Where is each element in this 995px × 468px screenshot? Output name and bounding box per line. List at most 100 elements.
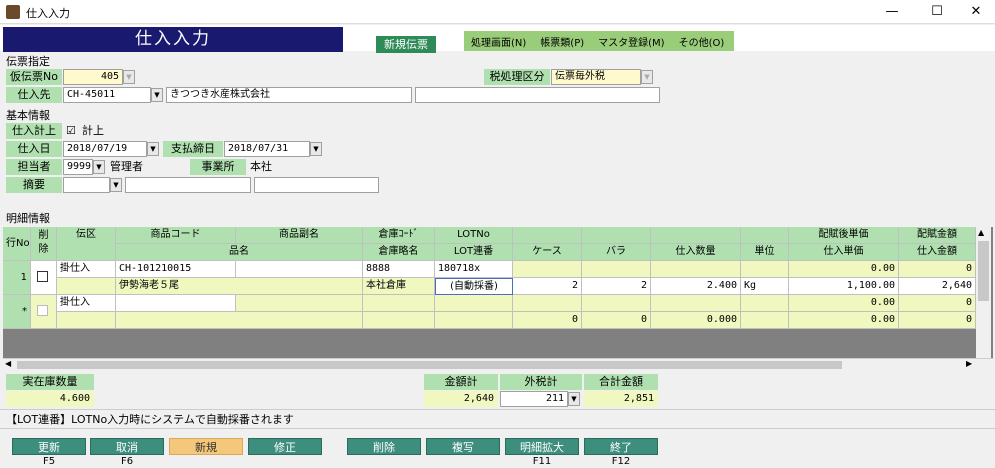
date-dropdown-icon[interactable]: ▼ — [147, 142, 159, 156]
row1-price[interactable]: 1,100.00 — [789, 278, 899, 295]
supplier-dropdown-icon[interactable]: ▼ — [151, 88, 163, 102]
vscroll-thumb[interactable] — [978, 241, 989, 301]
grand-total-value: 2,851 — [584, 391, 658, 407]
expand-detail-button[interactable]: 明細拡大 — [505, 438, 579, 455]
newrow-marker[interactable]: * — [3, 295, 31, 329]
row1-bara[interactable]: 2 — [582, 278, 651, 295]
staff-dropdown-icon[interactable]: ▼ — [93, 160, 105, 174]
newrow-item-code[interactable] — [116, 295, 236, 312]
staff-label: 担当者 — [6, 159, 62, 175]
grid-horizontal-scrollbar[interactable]: ◀ ▶ — [3, 358, 993, 371]
row1-delete-checkbox[interactable] — [37, 271, 48, 282]
supplier-code-field[interactable]: CH-45011 — [63, 87, 151, 103]
row1-unit[interactable]: Kg — [741, 278, 789, 295]
supplier-extra-field[interactable] — [415, 87, 660, 103]
temp-no-dropdown-icon[interactable]: ▼ — [123, 70, 135, 84]
newrow-qty[interactable]: 0.000 — [651, 312, 741, 329]
update-button[interactable]: 更新 — [12, 438, 86, 455]
row1-qty[interactable]: 2.400 — [651, 278, 741, 295]
menu-process[interactable]: 処理画面(N) — [464, 34, 533, 49]
row1-lot-seq[interactable]: (自動採番) — [435, 278, 513, 295]
row1-item-code[interactable]: CH-101210015 — [116, 261, 236, 278]
row1-amount[interactable]: 2,640 — [899, 278, 976, 295]
post-checkbox[interactable]: ☑ — [66, 123, 76, 139]
newrow-warehouse-name[interactable] — [363, 312, 435, 329]
newrow-item-subname[interactable] — [236, 295, 363, 312]
close-date-field[interactable]: 2018/07/31 — [224, 141, 310, 157]
row1-no[interactable]: 1 — [3, 261, 31, 295]
memo-field-1[interactable] — [125, 177, 251, 193]
tax-select[interactable]: 伝票毎外税 — [551, 69, 641, 85]
window-title: 仕入入力 — [26, 7, 70, 20]
amount-value: 2,640 — [424, 391, 498, 407]
tax-dropdown-icon[interactable]: ▼ — [641, 70, 653, 84]
newrow-delete-cell[interactable] — [31, 295, 57, 329]
row1-kubun[interactable]: 掛仕入 — [57, 261, 116, 278]
newrow-alloc-price: 0.00 — [789, 295, 899, 312]
row1-warehouse-code[interactable]: 8888 — [363, 261, 435, 278]
newrow-blank-3 — [651, 295, 741, 312]
close-date-dropdown-icon[interactable]: ▼ — [310, 142, 322, 156]
row1-warehouse-name[interactable]: 本社倉庫 — [363, 278, 435, 295]
newrow-case[interactable]: 0 — [513, 312, 582, 329]
new-button[interactable]: 新規 — [169, 438, 243, 455]
date-field[interactable]: 2018/07/19 — [63, 141, 147, 157]
maximize-button[interactable]: ☐ — [922, 2, 952, 22]
scroll-right-icon[interactable]: ▶ — [966, 359, 972, 368]
close-button[interactable]: ✕ — [961, 2, 991, 22]
supplier-label: 仕入先 — [6, 87, 62, 103]
newrow-unit[interactable] — [741, 312, 789, 329]
memo-label: 摘要 — [6, 177, 62, 193]
newrow-warehouse-code[interactable] — [363, 295, 435, 312]
tax-total-field[interactable]: 211 — [500, 391, 568, 407]
tax-total-label: 外税計 — [500, 374, 582, 390]
newrow-kubun[interactable]: 掛仕入 — [57, 295, 116, 312]
modify-button[interactable]: 修正 — [248, 438, 322, 455]
memo-field-2[interactable] — [254, 177, 379, 193]
menu-reports[interactable]: 帳票類(P) — [533, 34, 591, 49]
row1-lot-no[interactable]: 180718x — [435, 261, 513, 278]
cancel-button[interactable]: 取消 — [90, 438, 164, 455]
tax-total-dropdown-icon[interactable]: ▼ — [568, 392, 580, 406]
scroll-up-icon[interactable]: ▲ — [978, 228, 984, 237]
exit-button[interactable]: 終了 — [584, 438, 658, 455]
memo-code-field[interactable] — [63, 177, 110, 193]
newrow-price[interactable]: 0.00 — [789, 312, 899, 329]
newrow-delete-checkbox[interactable] — [37, 305, 48, 316]
close-date-label: 支払締日 — [163, 141, 223, 157]
stock-value: 4.600 — [6, 391, 94, 407]
newrow-lot-no[interactable] — [435, 295, 513, 312]
col-item-name: 品名 — [116, 244, 363, 261]
date-label: 仕入日 — [6, 141, 62, 157]
col-qty: 仕入数量 — [651, 244, 741, 261]
newrow-bara[interactable]: 0 — [582, 312, 651, 329]
row1-case[interactable]: 2 — [513, 278, 582, 295]
scroll-left-icon[interactable]: ◀ — [5, 359, 11, 368]
detail-grid: 行No 削除 伝区 商品コード 商品副名 倉庫ｺｰﾄﾞ LOTNo 配賦後単価 … — [3, 227, 993, 370]
newrow-item-name[interactable] — [116, 312, 363, 329]
grid-vertical-scrollbar[interactable]: ▲ — [976, 227, 991, 358]
delete-button[interactable]: 削除 — [347, 438, 421, 455]
row1-alloc-price: 0.00 — [789, 261, 899, 278]
col-case: ケース — [513, 244, 582, 261]
row1-item-subname[interactable] — [236, 261, 363, 278]
staff-code-field[interactable]: 9999 — [63, 159, 93, 175]
newrow-lot-seq[interactable] — [435, 312, 513, 329]
supplier-name-field[interactable]: きつつき水産株式会社 — [166, 87, 412, 103]
menu-master[interactable]: マスタ登録(M) — [591, 34, 671, 49]
newrow-amount[interactable]: 0 — [899, 312, 976, 329]
menu-other[interactable]: その他(O) — [672, 34, 732, 49]
form-title: 仕入入力 — [3, 27, 343, 52]
row1-delete-cell[interactable] — [31, 261, 57, 295]
office-value: 本社 — [250, 160, 272, 173]
col-alloc-amount: 配賦金額 — [899, 227, 976, 244]
row1-blank-2 — [582, 261, 651, 278]
minimize-button[interactable]: — — [877, 2, 907, 22]
col-item-subname: 商品副名 — [236, 227, 363, 244]
hscroll-thumb[interactable] — [17, 361, 842, 369]
copy-button[interactable]: 複写 — [426, 438, 500, 455]
row1-item-name[interactable]: 伊勢海老５尾 — [116, 278, 363, 295]
col-row-no: 行No — [3, 227, 31, 261]
temp-no-field[interactable]: 405 — [63, 69, 123, 85]
memo-dropdown-icon[interactable]: ▼ — [110, 178, 122, 192]
